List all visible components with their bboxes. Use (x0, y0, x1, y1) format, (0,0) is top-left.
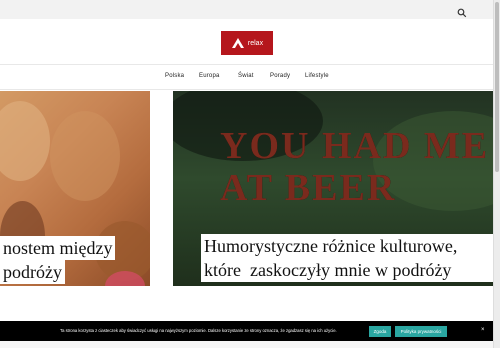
nav-item-porady[interactable]: Porady (270, 73, 290, 79)
marquee-sign-text: YOU HAD ME AT BEER (220, 125, 490, 209)
logo-text: relax (247, 39, 264, 47)
cookie-message: Ta strona korzysta z ciasteczek aby świa… (60, 328, 337, 333)
logo-mark-icon (231, 38, 244, 48)
close-icon[interactable]: × (481, 327, 489, 335)
cookie-accept-button[interactable]: Zgoda (369, 326, 391, 337)
nav-item-polska[interactable]: Polska (165, 73, 184, 79)
search-icon[interactable] (457, 5, 467, 18)
left-article-title-line2[interactable]: podróży (0, 260, 65, 284)
image-decoration (0, 101, 50, 181)
right-article-title-line2[interactable]: zaskoczyły mnie w podróży (247, 258, 455, 282)
scrollbar-thumb[interactable] (495, 2, 499, 172)
privacy-policy-button[interactable]: Polityka prywatności (395, 326, 447, 337)
top-bar (0, 0, 500, 19)
cookie-banner: Ta strona korzysta z ciasteczek aby świa… (0, 321, 493, 341)
main-navigation: Polska Europa Świat Porady Lifestyle (0, 66, 493, 90)
scrollbar[interactable] (493, 0, 500, 348)
left-article-title-line1[interactable]: nostem między (0, 236, 116, 260)
nav-item-swiat[interactable]: Świat (238, 73, 254, 79)
page-bottom-area (0, 341, 493, 348)
brand-bar: relax (0, 19, 493, 65)
nav-item-lifestyle[interactable]: Lifestyle (305, 73, 329, 79)
site-logo[interactable]: relax (221, 31, 273, 55)
nav-item-europa[interactable]: Europa (199, 73, 220, 79)
image-decoration (50, 111, 120, 201)
